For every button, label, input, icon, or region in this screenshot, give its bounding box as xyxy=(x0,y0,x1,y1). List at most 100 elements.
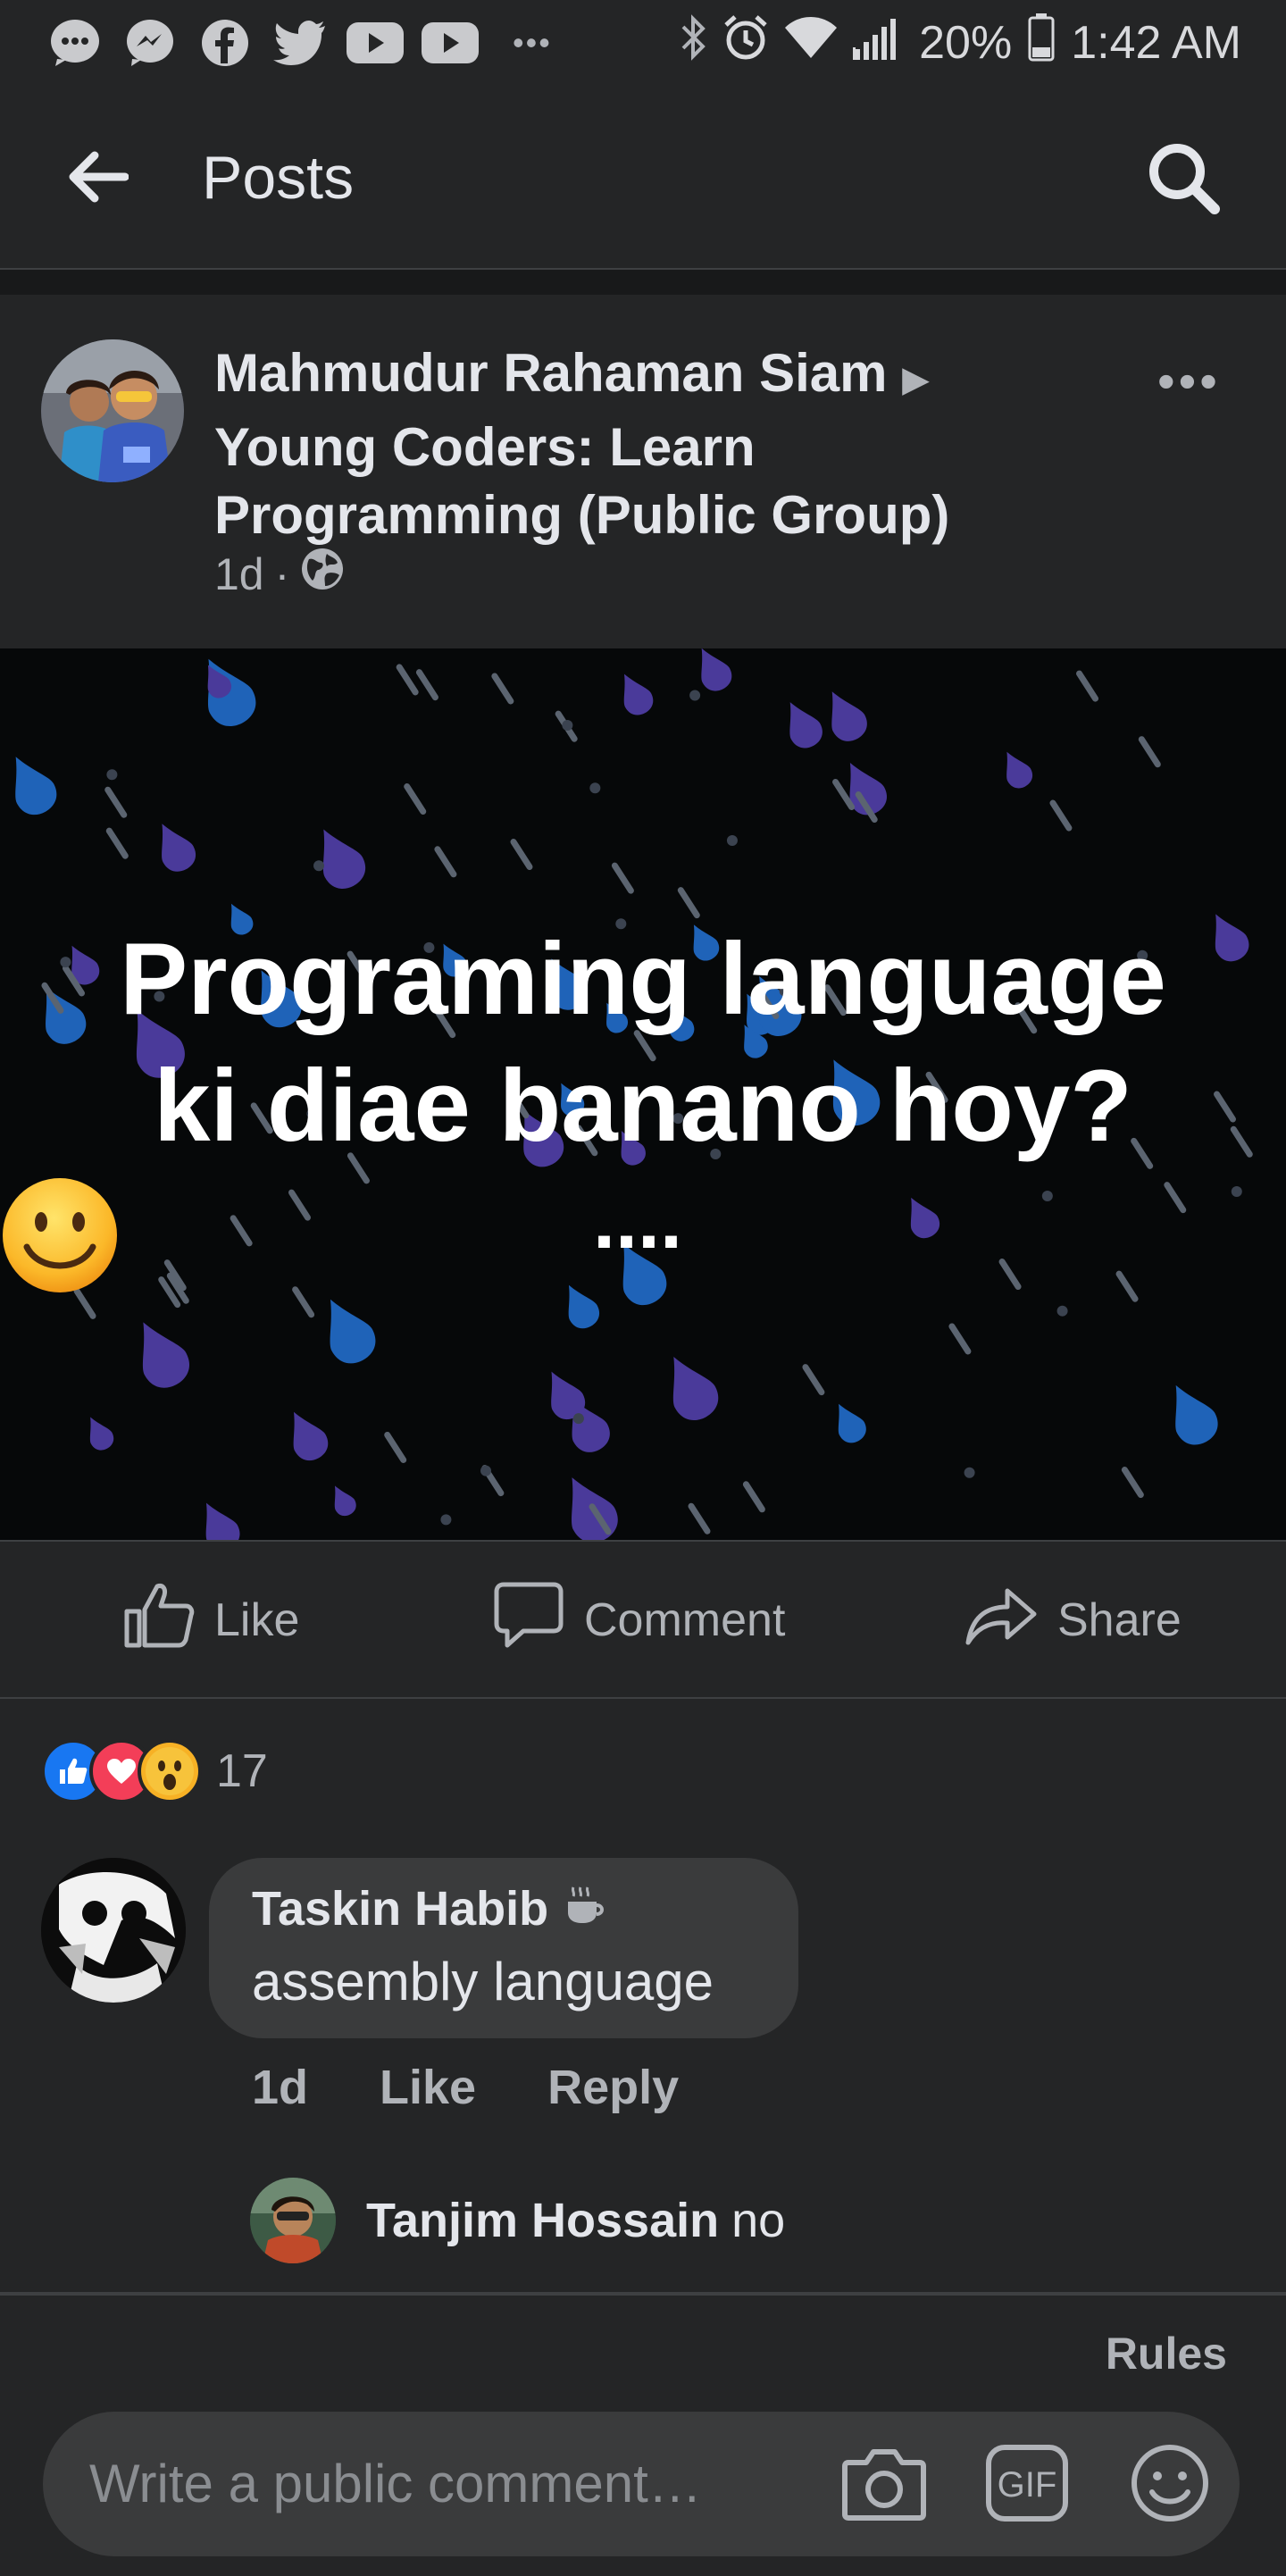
rain-streak xyxy=(1076,670,1099,702)
post-more-options[interactable]: ••• xyxy=(1157,352,1221,410)
comment-author-line: Taskin Habib xyxy=(252,1881,605,1936)
commenter-avatar[interactable] xyxy=(41,1858,186,2003)
reaction-count: 17 xyxy=(216,1745,268,1797)
status-system: 20% 1:42 AM xyxy=(680,13,1241,73)
rain-dot xyxy=(689,690,701,701)
comment-label: Comment xyxy=(584,1594,786,1646)
post-text: Programing language ki diae banano hoy? xyxy=(0,916,1286,1170)
raindrop xyxy=(838,1403,866,1443)
raindrop xyxy=(701,648,732,691)
rain-dot xyxy=(480,1465,491,1476)
alarm-icon xyxy=(722,14,769,72)
rain-dot xyxy=(1056,1305,1068,1317)
author-avatar[interactable] xyxy=(41,339,184,482)
comment-icon xyxy=(493,1581,564,1660)
facebook-icon xyxy=(196,18,254,68)
rain-streak xyxy=(802,1364,825,1396)
rain-streak xyxy=(611,862,634,894)
rain-streak xyxy=(1049,799,1073,832)
raindrop xyxy=(162,824,196,872)
rain-streak xyxy=(491,673,514,705)
rain-streak xyxy=(1121,1467,1144,1499)
raindrop xyxy=(572,1477,618,1540)
raindrop xyxy=(672,1357,719,1421)
thumbs-up-icon xyxy=(123,1581,195,1660)
comment-button[interactable]: Comment xyxy=(493,1582,786,1656)
raindrop xyxy=(142,1322,189,1388)
post-time[interactable]: 1d xyxy=(214,548,264,600)
raindrop xyxy=(205,1502,240,1540)
page-title: Posts xyxy=(202,144,355,212)
emoji-icon[interactable] xyxy=(1125,2438,1215,2528)
camera-icon[interactable] xyxy=(839,2438,929,2528)
rules-link[interactable]: Rules xyxy=(1106,2328,1227,2379)
rain-streak xyxy=(677,887,700,919)
raindrop xyxy=(568,1284,600,1329)
rain-dot xyxy=(313,860,325,872)
messenger-icon xyxy=(121,18,179,68)
author-name[interactable]: Mahmudur Rahaman Siam xyxy=(214,343,888,403)
comment-input-container: GIF xyxy=(43,2412,1240,2556)
reply-text: no xyxy=(731,2194,786,2247)
like-label: Like xyxy=(214,1594,300,1646)
twitter-icon xyxy=(271,18,329,68)
rain-streak xyxy=(104,786,128,818)
more-icon: ••• xyxy=(513,24,552,61)
share-icon xyxy=(964,1584,1038,1658)
wifi-icon xyxy=(785,16,838,70)
messages-icon xyxy=(46,18,104,68)
reply-author[interactable]: Tanjim Hossain xyxy=(366,2193,719,2248)
raindrop xyxy=(831,691,867,741)
rain-streak xyxy=(510,839,533,871)
group-name[interactable]: Young Coders: Learn Programming (Public … xyxy=(214,417,949,545)
comment-time: 1d xyxy=(252,2061,309,2114)
rain-streak xyxy=(396,664,419,696)
post-meta: 1d · xyxy=(214,547,345,602)
back-arrow-icon[interactable] xyxy=(66,148,129,205)
reaction-summary[interactable]: 17 xyxy=(41,1739,268,1803)
status-notification-icons: ••• xyxy=(46,16,552,70)
post-text-line-1: Programing language xyxy=(120,923,1166,1036)
post-text-line-3: .... xyxy=(0,1175,1286,1292)
rain-streak xyxy=(404,783,427,815)
share-button[interactable]: Share xyxy=(964,1585,1182,1656)
share-label: Share xyxy=(1057,1594,1182,1646)
raindrop xyxy=(322,829,366,889)
rain-dot xyxy=(562,720,573,732)
raindrop xyxy=(89,1417,114,1451)
comment-bubble[interactable]: Taskin Habib assembly language xyxy=(209,1858,798,2038)
youtube-icon xyxy=(422,18,479,68)
rain-dot xyxy=(440,1514,452,1526)
status-bar: ••• 20% 1:42 AM xyxy=(0,0,1286,86)
youtube-icon xyxy=(347,18,404,68)
comment-author[interactable]: Taskin Habib xyxy=(252,1881,548,1936)
bluetooth-icon xyxy=(680,13,706,72)
raindrop xyxy=(15,757,57,815)
rain-dot xyxy=(589,782,601,794)
rain-streak xyxy=(292,1286,315,1318)
reply-avatar[interactable] xyxy=(250,2178,336,2263)
comment-text: assembly language xyxy=(252,1952,714,2011)
section-divider xyxy=(0,270,1286,295)
arrow-icon: ▶ xyxy=(902,360,930,399)
post-text-line-2: ki diae banano hoy? xyxy=(154,1050,1132,1163)
rain-streak xyxy=(434,846,457,878)
meta-separator: · xyxy=(274,549,290,599)
post-image[interactable]: Programing language ki diae banano hoy? … xyxy=(0,648,1286,1540)
raindrop xyxy=(330,1299,376,1364)
rain-dot xyxy=(106,769,118,781)
like-button[interactable]: Like xyxy=(123,1583,300,1656)
rain-streak xyxy=(105,827,129,859)
comment-reply-button[interactable]: Reply xyxy=(547,2060,679,2115)
gif-icon[interactable]: GIF xyxy=(982,2438,1072,2528)
battery-icon xyxy=(1028,13,1055,73)
rain-streak xyxy=(1138,736,1161,768)
search-icon[interactable] xyxy=(1143,138,1223,218)
rain-dot xyxy=(726,834,738,846)
comment-like-button[interactable]: Like xyxy=(380,2060,476,2115)
gif-label: GIF xyxy=(998,2465,1057,2505)
comment-composer: Rules GIF xyxy=(0,2292,1286,2576)
rain-streak xyxy=(415,669,438,701)
reply-preview[interactable]: Tanjim Hossain no xyxy=(250,2176,785,2265)
comment-input[interactable] xyxy=(88,2442,823,2524)
